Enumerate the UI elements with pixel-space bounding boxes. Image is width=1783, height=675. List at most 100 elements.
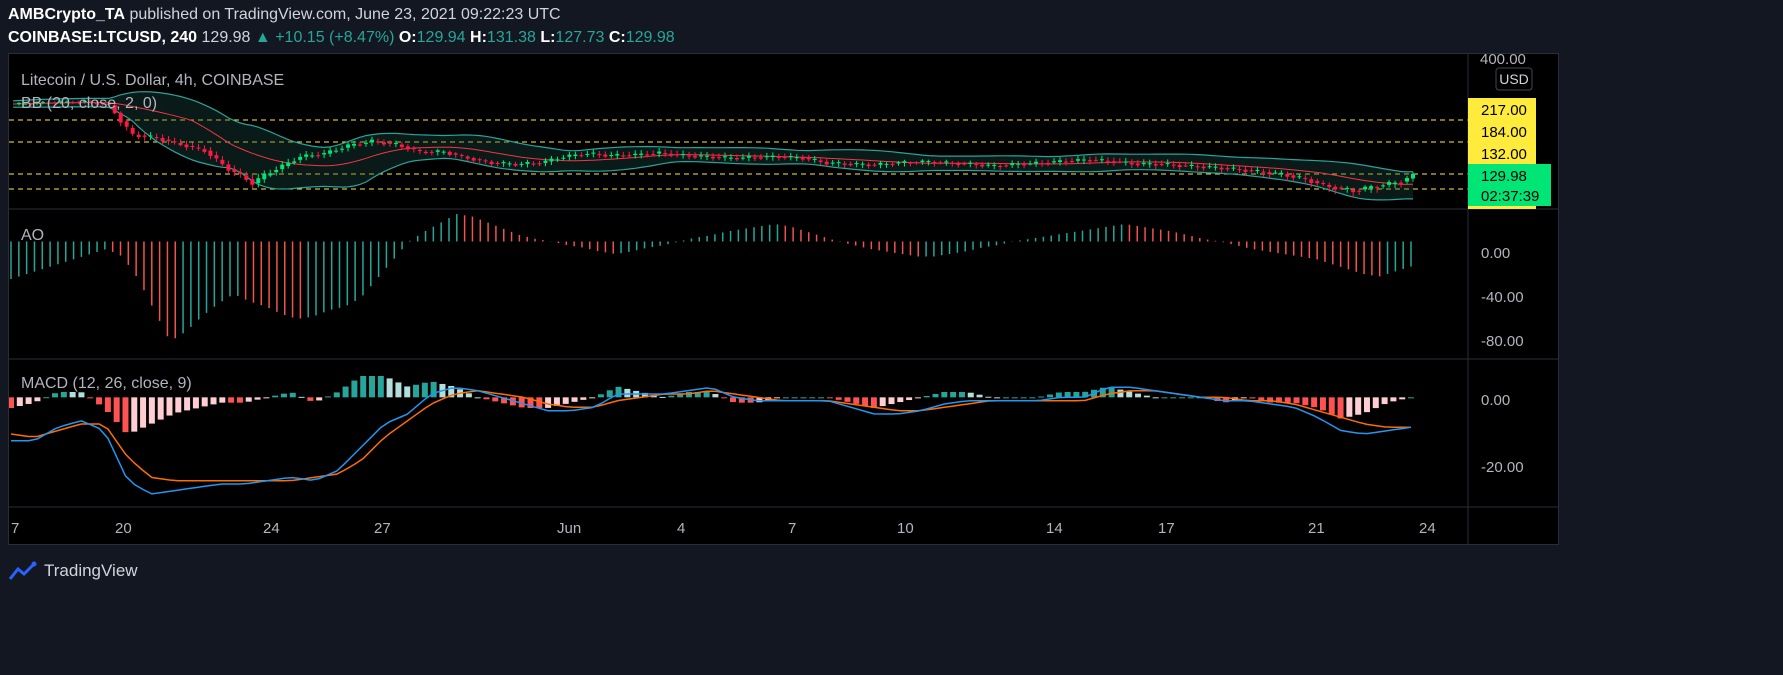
- candle-body: [513, 163, 518, 166]
- candle-body: [1123, 161, 1128, 163]
- candle-body: [914, 162, 919, 164]
- macd-histogram-bar: [888, 397, 895, 405]
- macd-histogram-bar: [1152, 397, 1159, 399]
- footer-brand[interactable]: TradingView: [44, 561, 138, 581]
- macd-histogram-bar: [87, 397, 94, 399]
- macd-histogram-bar: [1117, 389, 1124, 398]
- time-axis[interactable]: 7 20 24 27 Jun 4 7 10 14 17 21 24: [11, 520, 1436, 537]
- candle-body: [130, 128, 135, 134]
- macd-histogram-bar: [800, 397, 807, 399]
- candle-body: [190, 146, 195, 147]
- candle-body: [208, 150, 213, 156]
- macd-histogram-bar: [43, 397, 50, 399]
- time-tick: 14: [1046, 520, 1063, 537]
- chart-canvas[interactable]: Litecoin / U.S. Dollar, 4h, COINBASE BB …: [8, 51, 1558, 544]
- level-label-217: 217.00: [1468, 98, 1536, 120]
- chart-frame[interactable]: Litecoin / U.S. Dollar, 4h, COINBASE BB …: [8, 51, 1559, 545]
- candle-body: [1315, 181, 1320, 184]
- candle-body: [358, 144, 363, 146]
- candle-body: [423, 151, 428, 154]
- currency-button[interactable]: USD: [1495, 67, 1533, 91]
- candle-body: [854, 163, 859, 165]
- candle-body: [621, 155, 626, 157]
- candle-body: [393, 143, 398, 145]
- candle-body: [890, 163, 895, 165]
- candle-body: [1333, 186, 1338, 190]
- candle-body: [615, 154, 620, 156]
- candle-body: [992, 164, 997, 166]
- candle-body: [980, 164, 985, 167]
- candle-body: [525, 162, 530, 164]
- candle-body: [1046, 162, 1051, 164]
- candle-body: [1237, 169, 1242, 171]
- macd-histogram-bar: [1311, 397, 1318, 408]
- candle-body: [1399, 182, 1404, 184]
- candle-body: [1351, 189, 1356, 193]
- candle-body: [585, 153, 590, 155]
- macd-histogram-bar: [1346, 397, 1353, 417]
- candle-body: [1261, 171, 1266, 173]
- candle-body: [310, 155, 315, 157]
- candle-body: [1063, 161, 1068, 163]
- tradingview-logo-icon[interactable]: [8, 561, 38, 581]
- macd-histogram-bar: [1372, 397, 1379, 409]
- candle-body: [1321, 183, 1326, 184]
- candle-body: [1171, 164, 1176, 166]
- macd-histogram-bar: [1249, 397, 1256, 399]
- author-name[interactable]: AMBCrypto_TA: [8, 6, 125, 23]
- macd-histogram-bar: [703, 392, 710, 398]
- close-value: 129.98: [625, 29, 675, 46]
- candle-body: [998, 166, 1003, 167]
- candle-body: [328, 150, 333, 154]
- candle-body: [920, 160, 925, 162]
- candle-body: [1105, 160, 1110, 162]
- ao-tick: 0.00: [1481, 245, 1510, 262]
- candle-body: [794, 157, 799, 159]
- candle-body: [752, 157, 757, 159]
- candle-body: [956, 163, 961, 166]
- chart-title: Litecoin / U.S. Dollar, 4h, COINBASE: [21, 72, 284, 89]
- candle-body: [334, 150, 339, 152]
- candle-body: [866, 164, 871, 167]
- macd-histogram-bar: [192, 397, 199, 409]
- macd-histogram-bar: [985, 396, 992, 398]
- candle-body: [1195, 166, 1200, 168]
- candle-body: [974, 164, 979, 166]
- candle-body: [1135, 163, 1140, 166]
- candle-body: [722, 156, 727, 158]
- macd-histogram-bar: [950, 392, 957, 398]
- candle-body: [1207, 166, 1212, 168]
- macd-histogram-bar: [333, 392, 340, 398]
- macd-histogram-bar: [324, 396, 331, 398]
- macd-histogram-bar: [1179, 397, 1186, 399]
- candle-body: [118, 112, 123, 123]
- macd-histogram-bar: [659, 396, 666, 398]
- macd-line: [11, 386, 1412, 495]
- candle-body: [1273, 172, 1278, 174]
- candle-body: [232, 169, 237, 173]
- candle-body: [489, 161, 494, 165]
- macd-histogram-bar: [263, 397, 270, 399]
- time-tick: 24: [263, 520, 280, 537]
- candle-body: [812, 158, 817, 160]
- candle-body: [675, 154, 680, 156]
- candle-body: [1165, 163, 1170, 165]
- macd-histogram-bar: [721, 397, 728, 399]
- candle-body: [1375, 187, 1380, 189]
- macd-histogram-bar: [1011, 397, 1018, 399]
- last-price-badge: 129.98 02:37:39: [1468, 164, 1551, 206]
- candle-body: [184, 144, 189, 148]
- macd-histogram-bar: [1126, 391, 1133, 398]
- macd-histogram-bar: [351, 380, 358, 398]
- macd-histogram-bar: [1381, 397, 1388, 405]
- candle-body: [657, 151, 662, 154]
- candle-body: [298, 156, 303, 160]
- macd-histogram-bar: [316, 397, 323, 401]
- candle-body: [537, 163, 542, 165]
- macd-histogram-bar: [131, 397, 138, 432]
- candle-body: [986, 164, 991, 166]
- time-tick: 7: [11, 520, 19, 537]
- publish-info: published on TradingView.com, June 23, 2…: [129, 6, 561, 23]
- candle-body: [830, 162, 835, 164]
- time-tick: 24: [1419, 520, 1436, 537]
